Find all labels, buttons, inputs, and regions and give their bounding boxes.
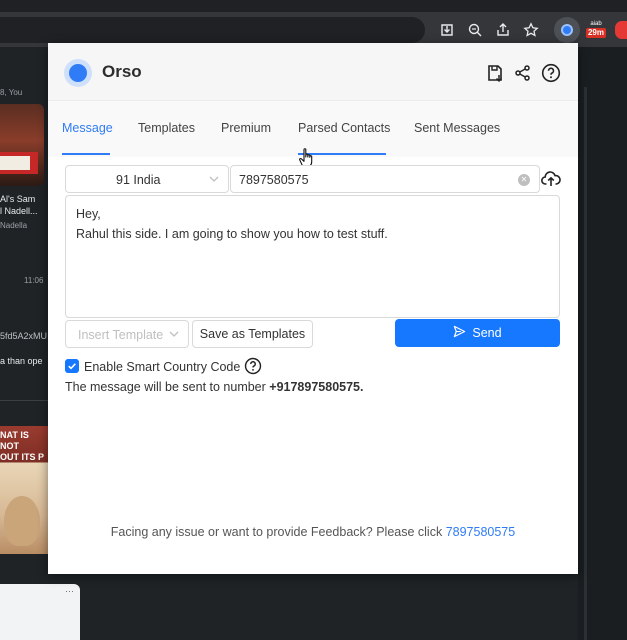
background-title: Al's Sam l Nadell... xyxy=(0,194,38,216)
download-icon[interactable] xyxy=(436,19,458,41)
clear-icon[interactable]: ✕ xyxy=(518,174,530,186)
feedback-link[interactable]: 7897580575 xyxy=(446,525,516,539)
tab-sent-messages[interactable]: Sent Messages xyxy=(414,121,500,135)
country-select-value: 91 India xyxy=(116,173,161,187)
chevron-down-icon xyxy=(208,173,220,188)
help-icon[interactable] xyxy=(244,357,262,375)
smart-country-label[interactable]: Enable Smart Country Code xyxy=(84,360,240,374)
more-icon[interactable]: ··· xyxy=(65,586,74,596)
extension-badge[interactable]: aiab 29m xyxy=(585,20,607,42)
recipient-info: The message will be sent to number +9178… xyxy=(65,380,363,394)
save-as-templates-button[interactable]: Save as Templates xyxy=(192,320,313,348)
message-line: Hey, xyxy=(76,207,101,221)
extension-badge-count: 29m xyxy=(585,28,606,38)
background-right-panel xyxy=(578,47,627,640)
phone-number-field[interactable]: ✕ xyxy=(230,165,540,193)
feedback-footer: Facing any issue or want to provide Feed… xyxy=(48,525,578,539)
send-icon xyxy=(453,325,466,341)
background-subtitle: Nadella xyxy=(0,221,28,230)
chevron-down-icon xyxy=(168,328,180,343)
insert-template-placeholder: Insert Template xyxy=(78,328,164,342)
orso-extension-icon xyxy=(561,24,573,36)
phone-number-input[interactable] xyxy=(239,171,509,189)
message-textarea[interactable]: Hey, Rahul this side. I am going to show… xyxy=(65,195,560,318)
extension-badge-label: aiab xyxy=(590,21,602,27)
tab-templates[interactable]: Templates xyxy=(138,121,195,135)
orso-popup: Orso Message Templates Premium Parsed Co… xyxy=(48,43,578,574)
browser-tabstrip xyxy=(0,0,627,12)
share-nodes-icon[interactable] xyxy=(511,61,535,85)
tab-parsed-contacts[interactable]: Parsed Contacts xyxy=(298,121,390,135)
background-thumbnail[interactable] xyxy=(0,104,44,186)
background-card: ··· xyxy=(0,584,80,640)
active-tab-indicator xyxy=(62,153,110,155)
send-label: Send xyxy=(472,326,502,340)
help-icon[interactable] xyxy=(539,61,563,85)
upload-cloud-icon[interactable] xyxy=(540,167,562,191)
app-title: Orso xyxy=(102,62,142,81)
background-hash: 5fd5A2xMU xyxy=(0,331,48,341)
background-meme-image[interactable]: NAT IS NOT OUT ITS P xyxy=(0,426,48,554)
share-icon[interactable] xyxy=(492,19,514,41)
extension-icon[interactable] xyxy=(615,21,627,39)
star-icon[interactable] xyxy=(520,19,542,41)
export-file-icon[interactable] xyxy=(483,61,507,85)
recipient-info-text: The message will be sent to number xyxy=(65,380,270,394)
background-text: a than ope xyxy=(0,356,43,366)
insert-template-select[interactable]: Insert Template xyxy=(65,320,189,348)
tab-message[interactable]: Message xyxy=(62,121,113,135)
zoom-icon[interactable] xyxy=(464,19,486,41)
address-bar[interactable] xyxy=(0,17,425,43)
background-time: 11:06 xyxy=(24,276,44,285)
message-line: Rahul this side. I am going to show you … xyxy=(76,227,388,241)
recipient-number: +917897580575. xyxy=(269,380,364,394)
feedback-text: Facing any issue or want to provide Feed… xyxy=(110,525,446,539)
smart-country-checkbox[interactable] xyxy=(65,359,79,373)
tab-premium[interactable]: Premium xyxy=(221,121,271,135)
send-button[interactable]: Send xyxy=(395,319,560,347)
popup-header: Orso xyxy=(48,43,578,101)
country-select[interactable]: 91 India xyxy=(65,165,229,193)
orso-logo xyxy=(64,59,92,87)
background-divider xyxy=(0,400,48,401)
background-meta: 8, You xyxy=(0,88,23,97)
orso-extension-button[interactable] xyxy=(554,17,580,43)
browser-toolbar: aiab 29m xyxy=(0,12,627,47)
